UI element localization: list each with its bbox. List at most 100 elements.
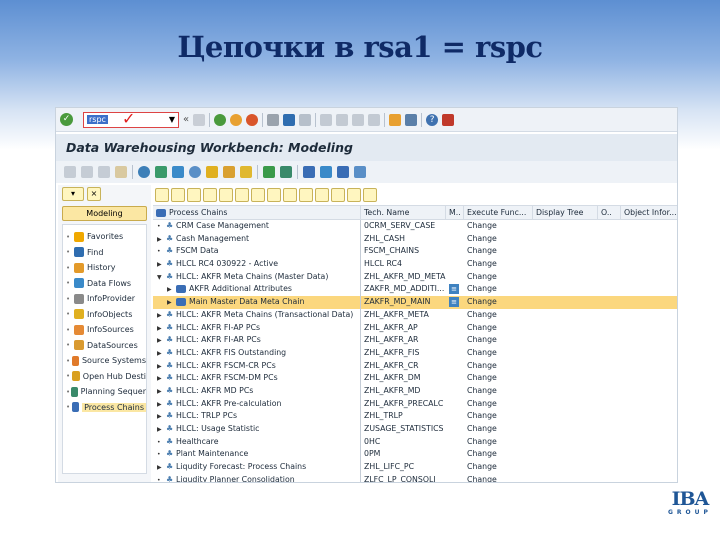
expander-icon[interactable]: ▶	[157, 386, 166, 398]
table-row[interactable]: ▶ ♣ HLCL: AKFR FSCM-CR PCs ZHL_AKFR_CR Cha…	[153, 359, 677, 373]
navigation-pane-icon[interactable]	[98, 166, 110, 178]
find-button[interactable]	[219, 188, 233, 202]
jump-button[interactable]	[315, 188, 329, 202]
execute-function[interactable]: Change	[464, 258, 533, 271]
layout-menu-button[interactable]: ▾	[62, 187, 84, 201]
table-row[interactable]: • ♣ Healthcare 0HC Change	[153, 435, 677, 449]
planning-icon[interactable]	[280, 166, 292, 178]
table-row[interactable]: ▶ ♣ HLCL: AKFR FSCM-DM PCs ZHL_AKFR_DM Cha…	[153, 372, 677, 385]
execute-function[interactable]: Change	[464, 322, 533, 335]
maintain-icon[interactable]: ≡	[449, 297, 459, 308]
table-row[interactable]: ▶ ♣ Cash Management ZHL_CASH Change	[153, 232, 677, 246]
expander-icon[interactable]: •	[157, 437, 166, 449]
execute-function[interactable]: Change	[464, 423, 533, 436]
infoobject-icon[interactable]	[189, 166, 201, 178]
table-row[interactable]: ▶ AKFR Additional Attributes ZAKFR_MD_ADD…	[153, 283, 677, 297]
collapse-button[interactable]	[203, 188, 217, 202]
execute-function[interactable]: Change	[464, 385, 533, 398]
filter-button[interactable]	[347, 188, 361, 202]
modeling-button[interactable]: Modeling	[62, 206, 147, 221]
shortcut-icon[interactable]	[405, 113, 418, 126]
nav-item[interactable]: • History	[63, 260, 146, 276]
cancel-icon[interactable]	[246, 113, 259, 126]
nav-item[interactable]: • Source Systems	[63, 353, 146, 369]
execute-function[interactable]: Change	[464, 461, 533, 474]
refresh-button[interactable]	[155, 188, 169, 202]
execute-function[interactable]: Change	[464, 271, 533, 284]
nav-item[interactable]: • Planning Sequer	[63, 384, 146, 400]
table-row[interactable]: ▶ Main Master Data Meta Chain ZAKFR_MD_MA…	[153, 296, 677, 309]
close-button[interactable]	[363, 188, 377, 202]
new-session-icon[interactable]	[389, 113, 402, 126]
execute-function[interactable]: Change	[464, 283, 533, 296]
cube-icon[interactable]	[172, 166, 184, 178]
table-row[interactable]: ▶ ♣ HLCL: AKFR MD PCs ZHL_AKFR_MD Change	[153, 384, 677, 398]
save-icon[interactable]	[193, 113, 206, 126]
nav-item[interactable]: • Data Flows	[63, 276, 146, 292]
column-header-execute[interactable]: Execute Func...	[464, 206, 533, 219]
expander-icon[interactable]: ▶	[157, 323, 166, 335]
sort-button[interactable]	[331, 188, 345, 202]
column-header-m[interactable]: M..	[446, 206, 464, 219]
expander-icon[interactable]: •	[157, 449, 166, 461]
back-arrow-icon[interactable]	[64, 166, 76, 178]
nav-item[interactable]: • Find	[63, 245, 146, 261]
datasource-icon[interactable]	[223, 166, 235, 178]
expander-icon[interactable]: ▶	[167, 297, 176, 309]
find-next-icon[interactable]	[299, 113, 312, 126]
forward-arrow-icon[interactable]	[81, 166, 93, 178]
execute-function[interactable]: Change	[464, 334, 533, 347]
back-icon[interactable]	[214, 113, 227, 126]
nav-item[interactable]: • InfoObjects	[63, 307, 146, 323]
expander-icon[interactable]: ▶	[157, 373, 166, 385]
execute-function[interactable]: Change	[464, 309, 533, 322]
last-page-icon[interactable]	[368, 113, 381, 126]
expander-icon[interactable]: ▶	[157, 335, 166, 347]
execute-function[interactable]: Change	[464, 233, 533, 246]
execute-function[interactable]: Change	[464, 372, 533, 385]
expander-icon[interactable]: •	[157, 475, 166, 482]
nav-item[interactable]: • InfoSources	[63, 322, 146, 338]
column-header-process-chains[interactable]: Process Chains	[153, 206, 361, 219]
dropdown-icon[interactable]: ▼	[169, 115, 175, 124]
favorite-button[interactable]	[251, 188, 265, 202]
execute-function[interactable]: Change	[464, 474, 533, 482]
nav-item[interactable]: • Open Hub Desti	[63, 369, 146, 385]
expander-icon[interactable]: ▶	[157, 234, 166, 246]
expander-icon[interactable]: •	[157, 246, 166, 258]
collapse-icon[interactable]: «	[183, 114, 189, 125]
column-header-display-tree[interactable]: Display Tree	[533, 206, 598, 219]
close-panel-button[interactable]: ×	[87, 187, 101, 201]
wizard-icon[interactable]	[240, 166, 252, 178]
hierarchy-button[interactable]	[283, 188, 297, 202]
execute-function[interactable]: Change	[464, 296, 533, 309]
expander-icon[interactable]: ▶	[157, 399, 166, 411]
execute-function[interactable]: Change	[464, 245, 533, 258]
hierarchy-icon[interactable]	[115, 166, 127, 178]
globe-icon[interactable]	[138, 166, 150, 178]
execute-function[interactable]: Change	[464, 220, 533, 233]
menu-button[interactable]	[171, 188, 185, 202]
first-page-icon[interactable]	[320, 113, 333, 126]
expander-icon[interactable]: ▶	[157, 424, 166, 436]
info-button[interactable]	[299, 188, 313, 202]
table-row[interactable]: • ♣ FSCM Data FSCM_CHAINS Change	[153, 245, 677, 259]
table-row[interactable]: ▶ ♣ HLCL: AKFR Meta Chains (Transactional …	[153, 308, 677, 322]
expander-icon[interactable]: ▼	[157, 272, 166, 284]
column-header-object-info[interactable]: Object Infor...	[621, 206, 677, 219]
print-icon[interactable]	[267, 113, 280, 126]
infoobjects-icon[interactable]	[206, 166, 218, 178]
find-next-button[interactable]	[235, 188, 249, 202]
nav-item[interactable]: • Process Chains	[63, 400, 146, 416]
settings-icon[interactable]	[354, 166, 366, 178]
nav-item[interactable]: • DataSources	[63, 338, 146, 354]
expander-icon[interactable]: •	[157, 221, 166, 233]
find-icon[interactable]	[283, 113, 296, 126]
tree-icon[interactable]	[263, 166, 275, 178]
table-row[interactable]: ▶ ♣ HLCL: AKFR Pre-calculation ZHL_AKFR_PR…	[153, 397, 677, 411]
transport-icon[interactable]	[320, 166, 332, 178]
table-row[interactable]: • ♣ Liqudity Planner Consolidation ZLFC_LP…	[153, 473, 677, 482]
execute-function[interactable]: Change	[464, 436, 533, 449]
table-row[interactable]: ▶ ♣ HLCL RC4 030922 - Active HLCL RC4 Chan…	[153, 258, 677, 271]
table-row[interactable]: ▼ ♣ HLCL: AKFR Meta Chains (Master Data) Z…	[153, 270, 677, 284]
